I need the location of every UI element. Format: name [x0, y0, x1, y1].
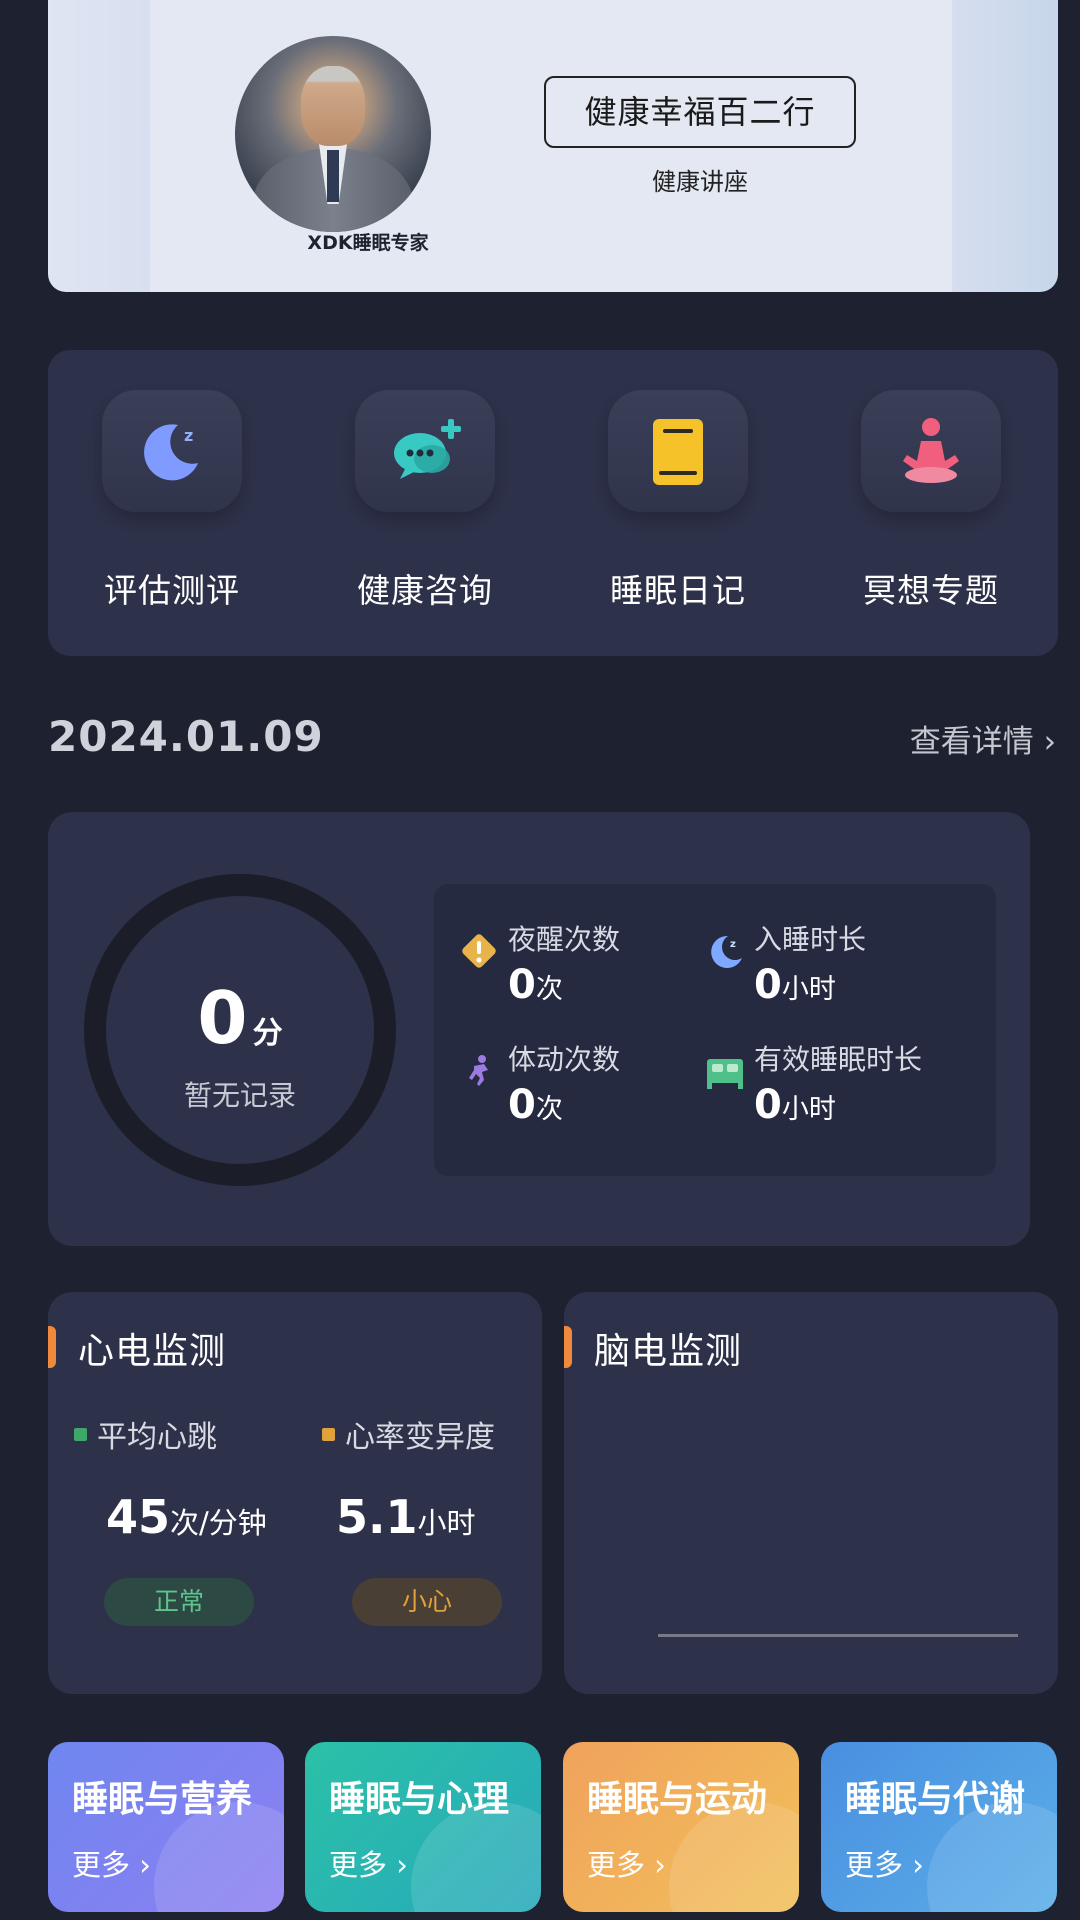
lecture-banner[interactable]: XDK睡眠专家 健康幸福百二行 健康讲座	[48, 0, 1058, 292]
stat-value: 0小时	[754, 1082, 836, 1128]
green-dot-icon	[74, 1427, 87, 1441]
record-date: 2024.01.09	[48, 712, 324, 761]
stat-value: 0次	[508, 1082, 563, 1128]
diary-book-icon	[608, 390, 748, 512]
warning-icon	[458, 930, 500, 972]
topic-title: 睡眠与营养	[72, 1779, 253, 1820]
card-title: 心电监测	[78, 1331, 227, 1372]
status-badge-caution: 小心	[352, 1578, 502, 1626]
metric-label: 平均心跳	[74, 1412, 294, 1456]
metric-hrv: 心率变异度 5.1小时	[322, 1412, 542, 1544]
moon-icon: z	[704, 930, 746, 972]
score-status: 暂无记录	[183, 1079, 296, 1112]
topic-exercise[interactable]: 睡眠与运动 更多 ›	[563, 1742, 799, 1912]
stat-title: 入睡时长	[754, 923, 867, 956]
bed-icon	[704, 1050, 746, 1092]
feature-label: 睡眠日记	[610, 571, 746, 610]
expert-name: XDK睡眠专家	[307, 232, 429, 254]
more-link[interactable]: 更多 ›	[845, 1842, 924, 1884]
eeg-baseline	[658, 1634, 1018, 1637]
portrait-tie	[327, 150, 339, 202]
sleep-score-ring: 0 分 暂无记录	[84, 874, 396, 1186]
feature-diary[interactable]: 睡眠日记	[568, 390, 788, 612]
feature-label: 评估测评	[104, 571, 240, 610]
stat-night-wake: 夜醒次数 0次	[434, 896, 694, 1008]
stat-fall-asleep: z 入睡时长 0小时	[680, 896, 940, 1008]
feature-grid: z 评估测评 健康咨询 睡眠日记 冥想专题	[48, 350, 1058, 656]
more-link[interactable]: 更多 ›	[587, 1842, 666, 1884]
topic-nutrition[interactable]: 睡眠与营养 更多 ›	[48, 1742, 284, 1912]
card-accent-bar	[48, 1326, 56, 1368]
card-accent-bar	[564, 1326, 572, 1368]
expert-portrait	[235, 36, 431, 232]
more-link[interactable]: 更多 ›	[329, 1842, 408, 1884]
feature-consult[interactable]: 健康咨询	[315, 390, 535, 612]
metric-value: 5.1小时	[336, 1490, 476, 1544]
stat-title: 夜醒次数	[508, 923, 621, 956]
stat-title: 有效睡眠时长	[754, 1043, 923, 1076]
moon-sleep-icon: z	[102, 390, 242, 512]
topic-title: 睡眠与代谢	[845, 1779, 1026, 1820]
lecture-subtitle: 健康讲座	[652, 168, 748, 196]
topic-psychology[interactable]: 睡眠与心理 更多 ›	[305, 1742, 541, 1912]
topic-metabolism[interactable]: 睡眠与代谢 更多 ›	[821, 1742, 1057, 1912]
metric-avg-heartbeat: 平均心跳 45次/分钟	[74, 1412, 294, 1544]
more-link[interactable]: 更多 ›	[72, 1842, 151, 1884]
meditation-icon	[861, 390, 1001, 512]
sleep-stats-panel: 夜醒次数 0次 z 入睡时长 0小时 体动次数 0次 有效睡眠时长 0小时	[434, 884, 996, 1176]
svg-text:z: z	[730, 939, 736, 950]
stat-body-movement: 体动次数 0次	[434, 1016, 694, 1128]
metric-value: 45次/分钟	[106, 1490, 267, 1544]
topic-title: 睡眠与运动	[587, 1779, 768, 1820]
stat-title: 体动次数	[508, 1043, 621, 1076]
portrait-head	[301, 66, 365, 146]
view-details-link[interactable]: 查看详情 ›	[910, 716, 1056, 761]
stat-value: 0小时	[754, 962, 836, 1008]
score-value: 0	[197, 976, 248, 1060]
card-title: 脑电监测	[594, 1331, 743, 1372]
topic-title: 睡眠与心理	[329, 1779, 510, 1820]
score-unit: 分	[252, 1016, 283, 1051]
metric-label: 心率变异度	[322, 1412, 542, 1456]
orange-dot-icon	[322, 1427, 335, 1441]
feature-label: 冥想专题	[863, 571, 999, 610]
ecg-monitor-card[interactable]: 心电监测 平均心跳 45次/分钟 正常 心率变异度 5.1小时 小心	[48, 1292, 542, 1694]
running-person-icon	[458, 1050, 500, 1092]
stat-value: 0次	[508, 962, 563, 1008]
eeg-monitor-card[interactable]: 脑电监测	[564, 1292, 1058, 1694]
sleep-summary-card[interactable]: 0 分 暂无记录 夜醒次数 0次 z 入睡时长 0小时 体动次数 0次 有效睡眠…	[48, 812, 1030, 1246]
chat-plus-icon	[355, 390, 495, 512]
status-badge-normal: 正常	[104, 1578, 254, 1626]
feature-assessment[interactable]: z 评估测评	[62, 390, 282, 612]
svg-text:z: z	[184, 426, 193, 445]
lecture-title: 健康幸福百二行	[544, 76, 856, 148]
feature-label: 健康咨询	[357, 571, 493, 610]
stat-effective-sleep: 有效睡眠时长 0小时	[680, 1016, 940, 1128]
sleep-score: 0 分	[106, 976, 374, 1060]
feature-meditation[interactable]: 冥想专题	[821, 390, 1041, 612]
